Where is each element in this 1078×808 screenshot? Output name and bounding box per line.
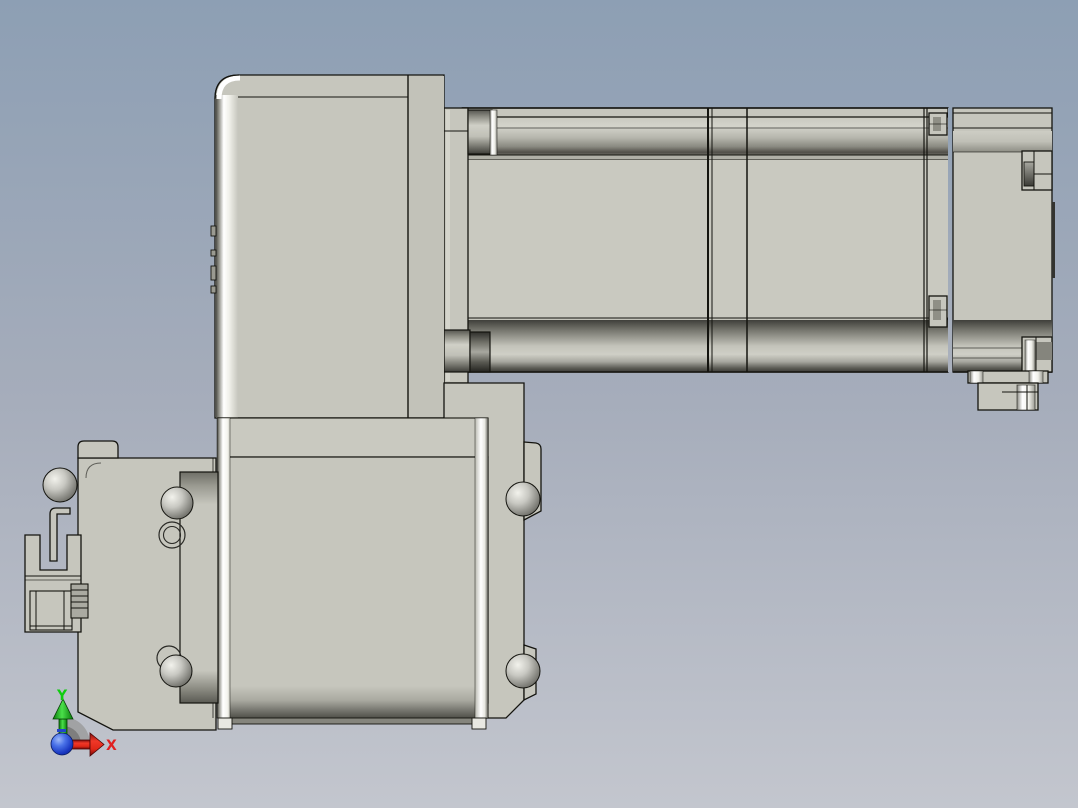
base-block-top-tab (77, 440, 119, 459)
y-axis-label: Y (56, 688, 68, 704)
vertical-housing (210, 74, 445, 419)
cad-viewport[interactable]: Y X (0, 0, 1078, 808)
carriage-foot (217, 717, 233, 730)
housing-edge-highlight (216, 95, 238, 418)
x-axis-label: X (106, 738, 117, 754)
carriage-end-cap (217, 417, 489, 458)
motor-connector (967, 370, 1049, 411)
clamp-block (70, 583, 89, 619)
top-guide-rod (493, 117, 948, 155)
groove-nut-bottom (928, 295, 948, 328)
carriage-assembly (216, 382, 542, 730)
dome-screw (505, 653, 541, 689)
groove-nut-top (928, 112, 948, 136)
top-rod-flange-ring (489, 109, 498, 156)
arm-face (462, 160, 948, 318)
carriage-foot (471, 717, 487, 730)
face-bottom-shadow (218, 686, 488, 718)
z-axis-tick (57, 729, 66, 732)
dome-screw (42, 467, 78, 503)
face-highlight-right (474, 417, 489, 719)
dome-screw (505, 481, 541, 517)
carriage-face-plate (217, 456, 489, 704)
carriage-bottom-strip (229, 717, 475, 725)
origin-sphere (50, 732, 74, 756)
dome-screw (160, 486, 194, 520)
assembly-gap (948, 108, 953, 372)
end-motor-block (952, 107, 1055, 411)
face-highlight-left (216, 417, 231, 719)
bottom-right-notch (1021, 336, 1053, 373)
dome-screw (159, 654, 193, 688)
bottom-rod-end-cap (443, 329, 471, 373)
horizontal-actuator (443, 107, 953, 384)
housing-side-column (408, 76, 444, 417)
bottom-guide-rod (462, 320, 948, 372)
connector-pin (969, 370, 984, 384)
connector-barrel (1016, 384, 1036, 411)
top-right-notch (1021, 150, 1053, 191)
connector-pin (1028, 370, 1044, 384)
top-rod-end-cap (467, 109, 493, 155)
right-edge-shadow (1052, 202, 1055, 278)
